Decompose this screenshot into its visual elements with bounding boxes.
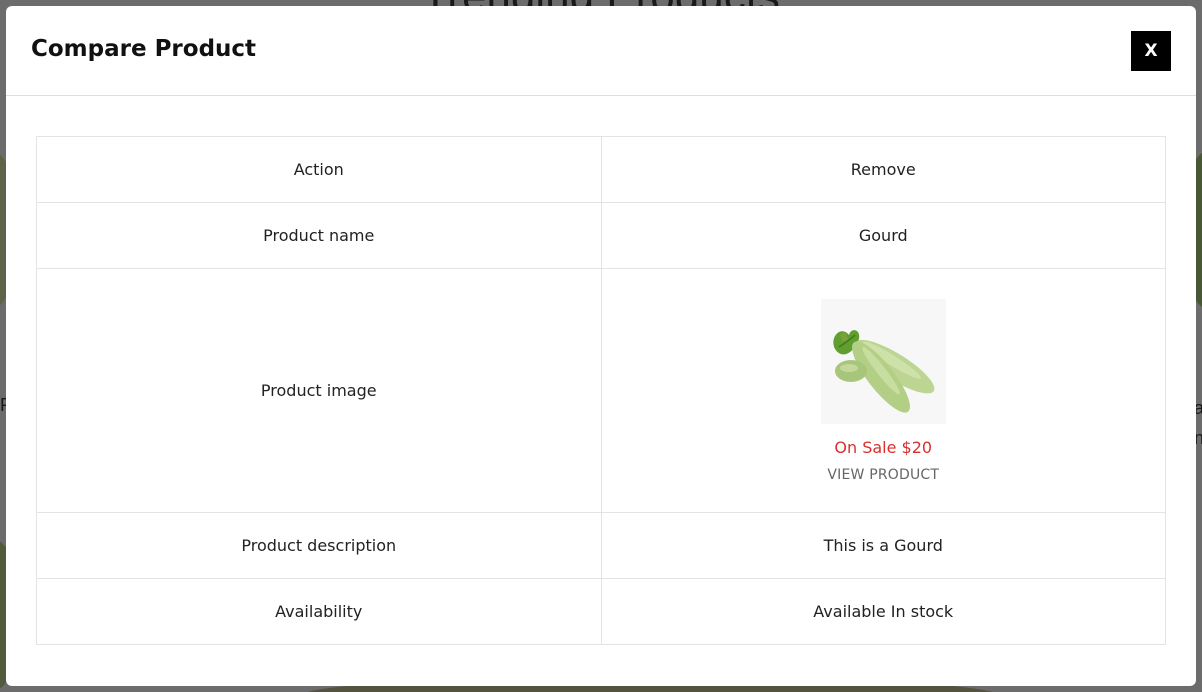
product-name: Gourd — [600, 202, 1166, 269]
compare-table: Action Remove Product name Gourd Product… — [36, 136, 1166, 645]
remove-cell: Remove — [600, 136, 1166, 203]
view-product-link[interactable]: VIEW PRODUCT — [827, 467, 939, 483]
table-row-description: Product description This is a Gourd — [36, 512, 1166, 579]
modal-header: Compare Product X — [6, 6, 1196, 96]
table-row-action: Action Remove — [36, 136, 1166, 203]
product-image-cell: On Sale $20 VIEW PRODUCT — [600, 268, 1166, 513]
remove-link[interactable]: Remove — [851, 160, 916, 179]
row-label-description: Product description — [36, 512, 602, 579]
table-row-image: Product image On Sale $20 VIEW PRODUCT — [36, 268, 1166, 513]
availability-status: Available In stock — [600, 578, 1166, 645]
row-label-availability: Availability — [36, 578, 602, 645]
close-button[interactable]: X — [1131, 31, 1171, 71]
modal-body: Action Remove Product name Gourd Product… — [6, 96, 1196, 645]
product-image[interactable] — [820, 298, 946, 424]
product-description: This is a Gourd — [600, 512, 1166, 579]
row-label-action: Action — [36, 136, 602, 203]
sale-price: On Sale $20 — [834, 437, 933, 457]
row-label-image: Product image — [36, 268, 602, 513]
compare-product-modal: Compare Product X Action Remove Product … — [6, 6, 1196, 686]
table-row-availability: Availability Available In stock — [36, 578, 1166, 645]
row-label-name: Product name — [36, 202, 602, 269]
table-row-name: Product name Gourd — [36, 202, 1166, 269]
modal-title: Compare Product — [31, 36, 257, 62]
